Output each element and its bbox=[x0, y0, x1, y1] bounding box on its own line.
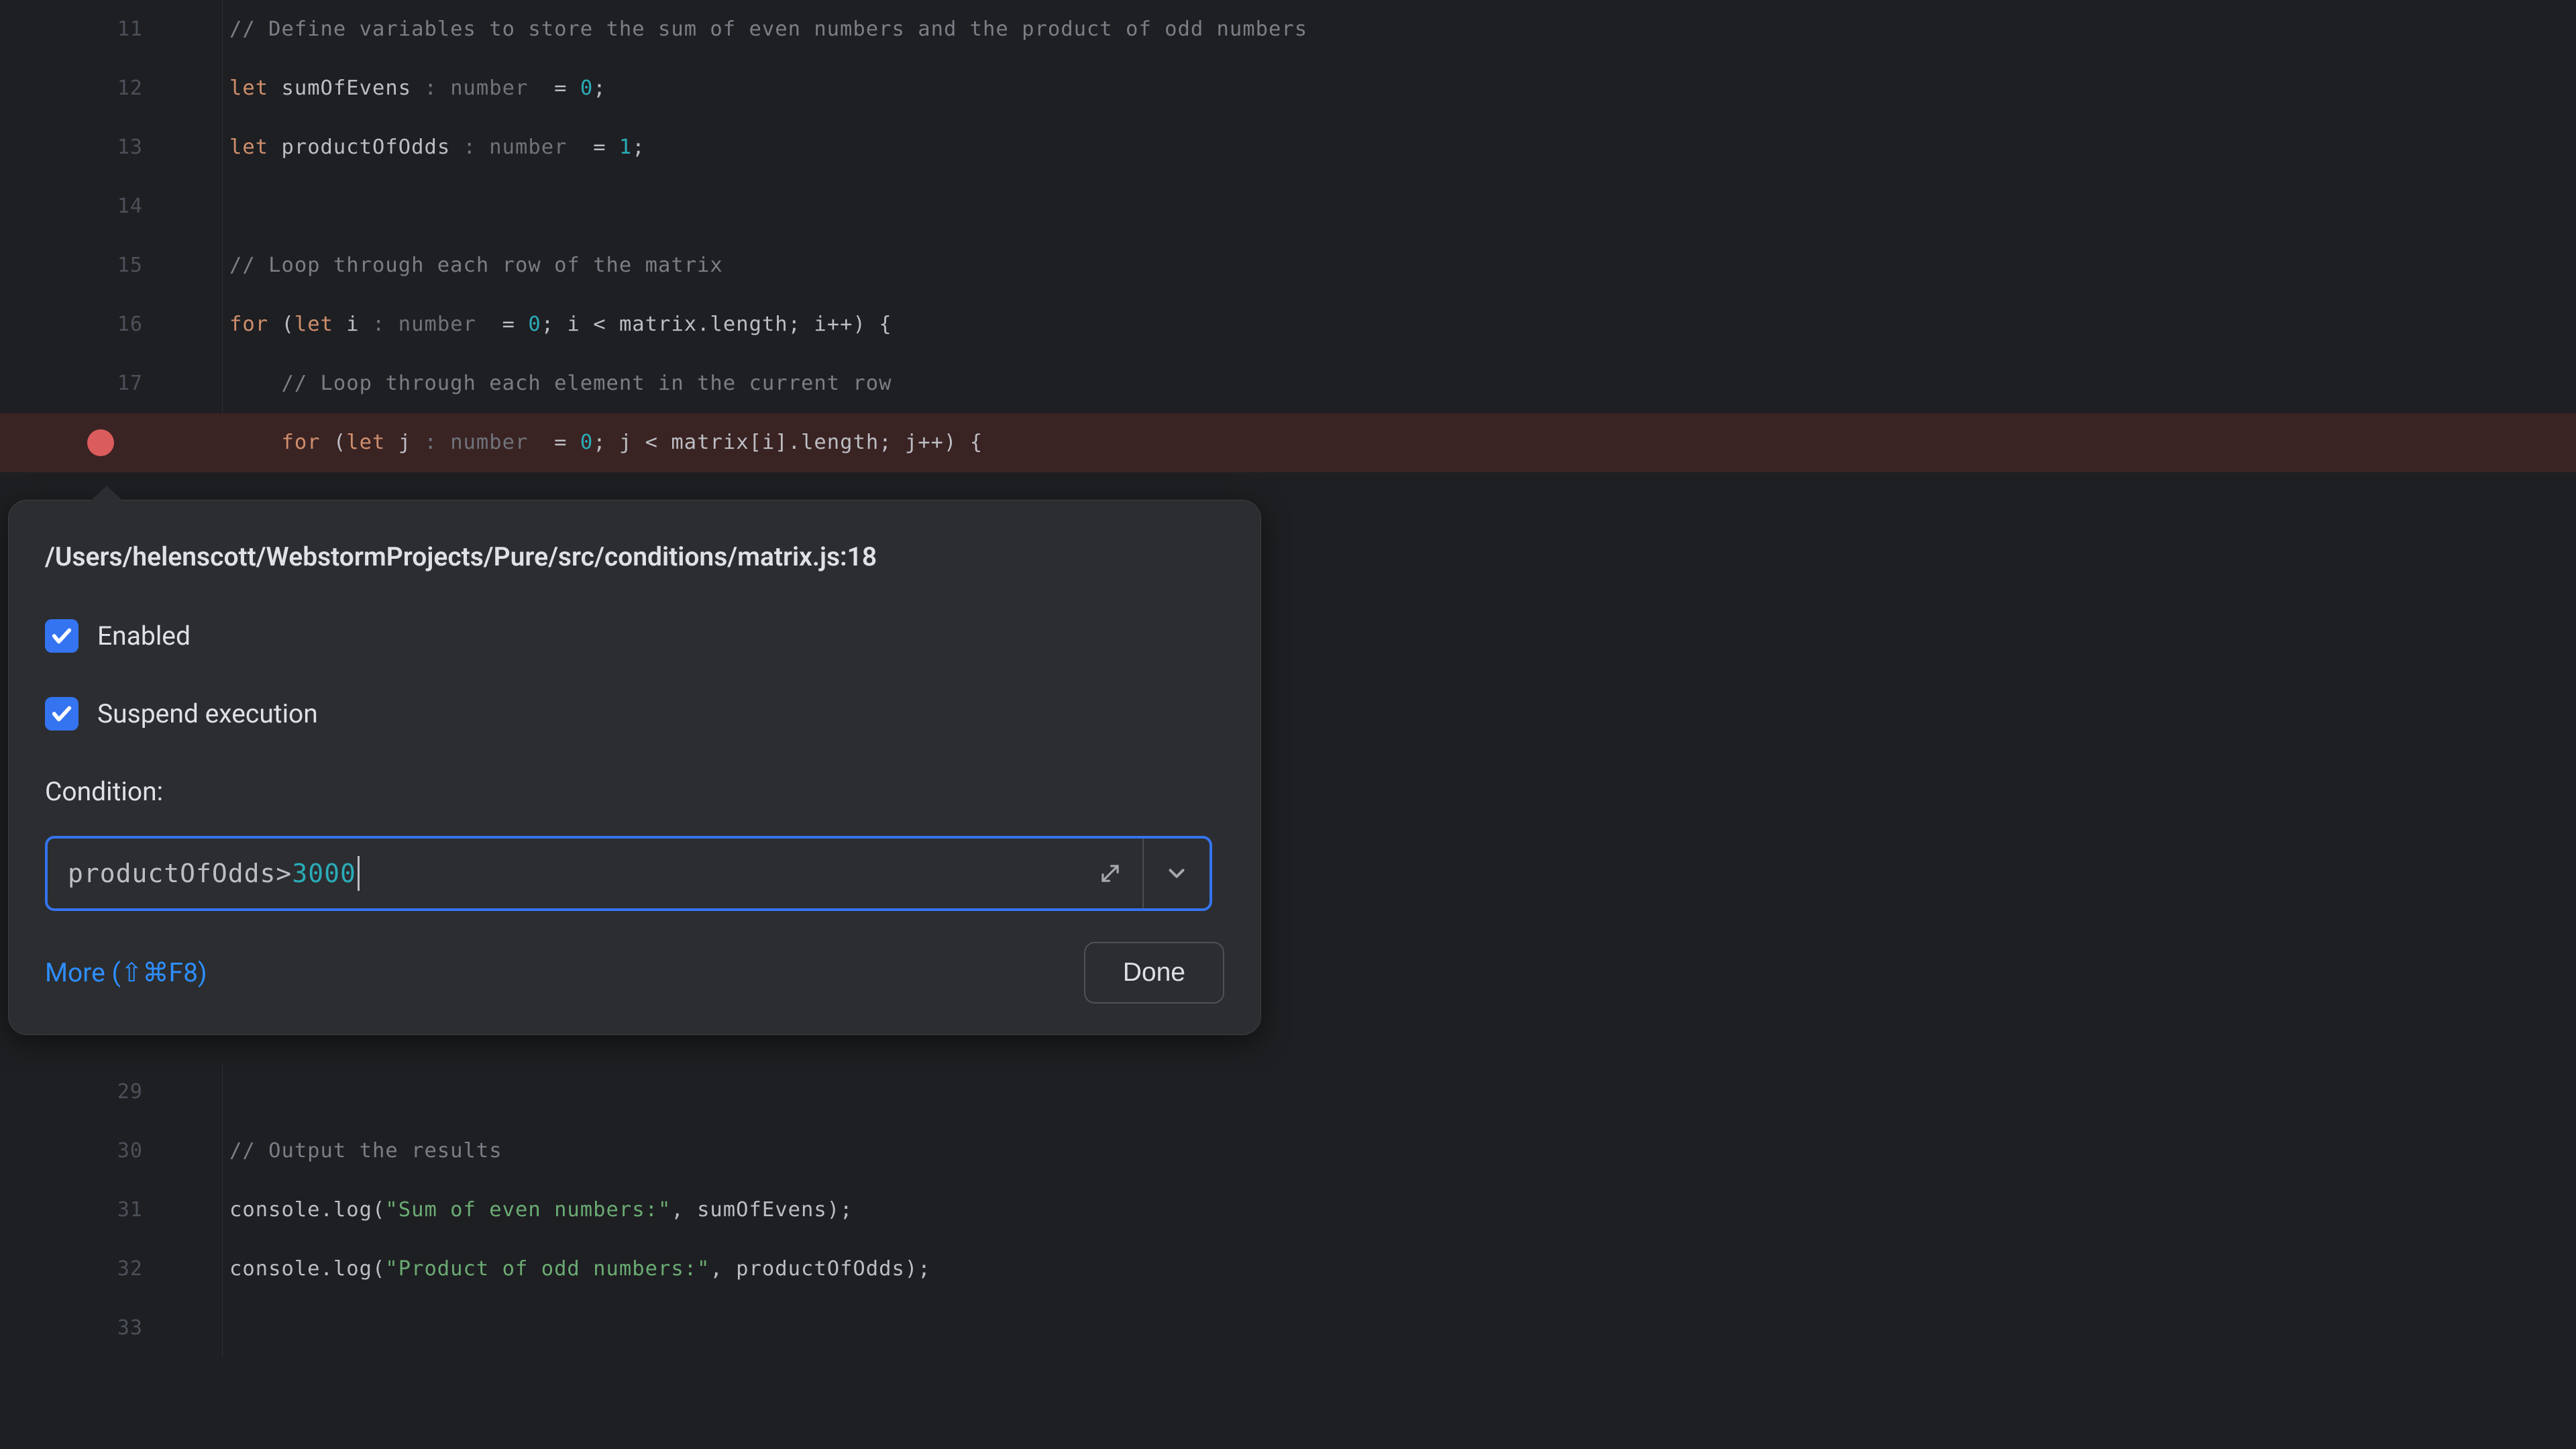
keyword-for: for bbox=[229, 313, 268, 336]
more-link[interactable]: More (⇧⌘F8) bbox=[45, 943, 207, 1002]
gutter-line-number: 32 bbox=[0, 1240, 223, 1299]
breakpoint-settings-popup: /Users/helenscott/WebstormProjects/Pure/… bbox=[8, 500, 1261, 1035]
enabled-checkbox[interactable] bbox=[45, 619, 78, 653]
keyword-let: let bbox=[229, 76, 268, 100]
identifier: productOfOdds bbox=[281, 136, 450, 159]
code-line[interactable]: 15 // Loop through each row of the matri… bbox=[0, 236, 2576, 295]
enabled-label: Enabled bbox=[97, 606, 191, 665]
expand-condition-button[interactable] bbox=[1078, 839, 1144, 908]
identifier: sumOfEvens bbox=[281, 76, 411, 100]
gutter-line-number: 14 bbox=[0, 177, 223, 236]
code-line[interactable]: 29 bbox=[0, 1063, 2576, 1122]
condition-input[interactable]: productOfOdds > 3000 bbox=[48, 839, 1078, 908]
code-editor[interactable]: 11 // Define variables to store the sum … bbox=[0, 0, 2576, 1449]
condition-history-button[interactable] bbox=[1144, 839, 1210, 908]
condition-field-wrapper: productOfOdds > 3000 bbox=[45, 836, 1212, 911]
number-literal: 0 bbox=[580, 76, 593, 100]
number-literal: 1 bbox=[619, 136, 632, 159]
code-line[interactable]: 32 console.log("Product of odd numbers:"… bbox=[0, 1240, 2576, 1299]
condition-identifier: productOfOdds bbox=[68, 844, 276, 903]
keyword-let: let bbox=[229, 136, 268, 159]
breakpoint-icon[interactable] bbox=[87, 429, 114, 456]
checkmark-icon bbox=[50, 625, 73, 647]
code-line-breakpoint[interactable]: for (let j : number = 0; j < matrix[i].l… bbox=[0, 413, 2576, 472]
code-line[interactable]: 31 console.log("Sum of even numbers:", s… bbox=[0, 1181, 2576, 1240]
chevron-down-icon bbox=[1164, 861, 1189, 886]
gutter-line-number: 17 bbox=[0, 354, 223, 413]
keyword-let: let bbox=[346, 431, 385, 454]
keyword-for: for bbox=[281, 431, 320, 454]
gutter-line-number: 30 bbox=[0, 1122, 223, 1181]
comment: // Define variables to store the sum of … bbox=[229, 17, 1307, 41]
gutter-line-number: 33 bbox=[0, 1299, 223, 1358]
type-hint: : number bbox=[360, 313, 490, 336]
gutter-line-number: 12 bbox=[0, 59, 223, 118]
gutter-line-number: 29 bbox=[0, 1063, 223, 1122]
code-line[interactable]: 30 // Output the results bbox=[0, 1122, 2576, 1181]
code-line[interactable]: 14 bbox=[0, 177, 2576, 236]
gutter-line-number: 31 bbox=[0, 1181, 223, 1240]
code-line[interactable]: 11 // Define variables to store the sum … bbox=[0, 0, 2576, 59]
type-hint: : number bbox=[411, 76, 541, 100]
code-line[interactable]: 33 bbox=[0, 1299, 2576, 1358]
string-literal: "Product of odd numbers:" bbox=[385, 1257, 710, 1281]
string-literal: "Sum of even numbers:" bbox=[385, 1198, 671, 1222]
code-line[interactable]: 17 // Loop through each element in the c… bbox=[0, 354, 2576, 413]
checkmark-icon bbox=[50, 702, 73, 725]
comment: // Loop through each row of the matrix bbox=[229, 254, 723, 277]
suspend-label: Suspend execution bbox=[97, 684, 318, 743]
number-literal: 0 bbox=[580, 431, 593, 454]
code-line[interactable]: 16 for (let i : number = 0; i < matrix.l… bbox=[0, 295, 2576, 354]
done-button[interactable]: Done bbox=[1084, 942, 1224, 1004]
breakpoint-location-title: /Users/helenscott/WebstormProjects/Pure/… bbox=[45, 527, 1224, 586]
type-hint: : number bbox=[450, 136, 580, 159]
gutter-line-number: 16 bbox=[0, 295, 223, 354]
condition-label: Condition: bbox=[45, 762, 1224, 821]
code-line[interactable]: 13 let productOfOdds : number = 1; bbox=[0, 118, 2576, 177]
code-line[interactable]: 12 let sumOfEvens : number = 0; bbox=[0, 59, 2576, 118]
comment: // Output the results bbox=[229, 1139, 502, 1163]
gutter-line-number: 15 bbox=[0, 236, 223, 295]
gutter-line-number: 11 bbox=[0, 0, 223, 59]
type-hint: : number bbox=[411, 431, 541, 454]
gutter-line-number: 13 bbox=[0, 118, 223, 177]
suspend-checkbox[interactable] bbox=[45, 697, 78, 731]
number-literal: 0 bbox=[528, 313, 541, 336]
condition-number: 3000 bbox=[292, 844, 356, 903]
keyword-let: let bbox=[294, 313, 333, 336]
text-caret bbox=[358, 856, 360, 891]
comment: // Loop through each element in the curr… bbox=[281, 372, 892, 395]
expand-icon bbox=[1097, 861, 1123, 886]
